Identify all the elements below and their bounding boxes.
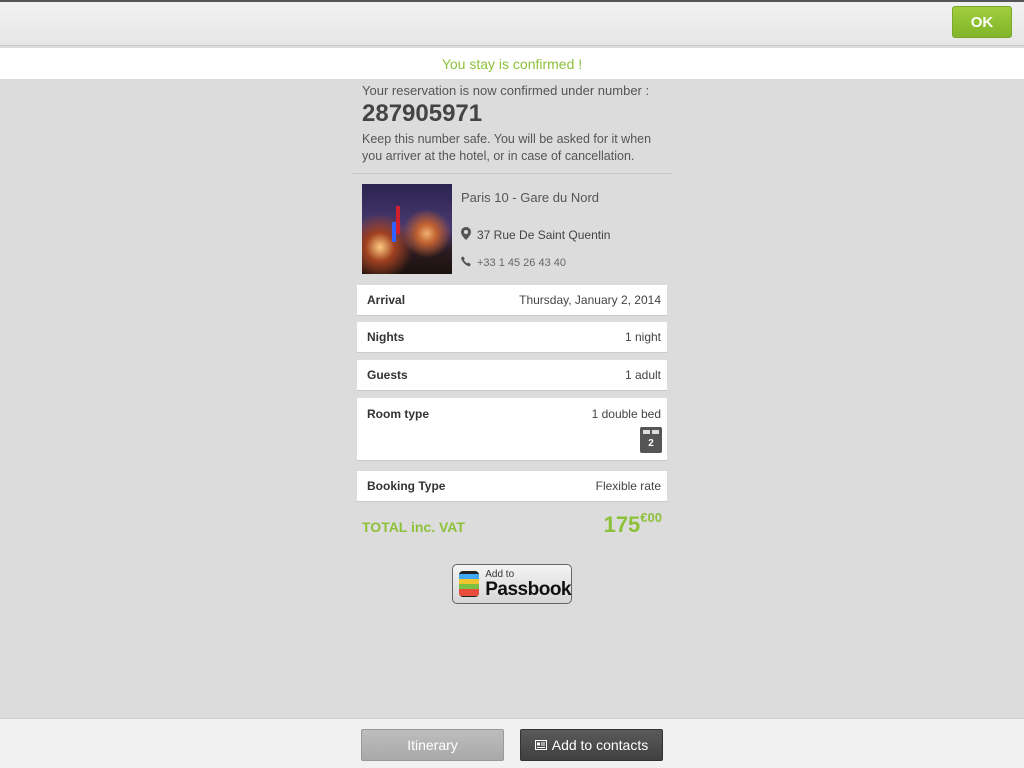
arrival-row: Arrival Thursday, January 2, 2014 <box>357 285 667 316</box>
passbook-icon <box>459 571 480 597</box>
nights-row: Nights 1 night <box>357 322 667 353</box>
reservation-summary: Your reservation is now confirmed under … <box>352 80 672 538</box>
total-amount: 175€00 <box>603 510 662 538</box>
phone-icon <box>461 256 475 270</box>
hotel-phone[interactable]: +33 1 45 26 43 40 <box>461 256 610 270</box>
top-toolbar: OK <box>0 0 1024 46</box>
hotel-name: Paris 10 - Gare du Nord <box>461 190 600 205</box>
arrival-value: Thursday, January 2, 2014 <box>519 293 661 307</box>
passbook-small-label: Add to <box>485 568 515 580</box>
nights-value: 1 night <box>624 330 661 344</box>
double-bed-icon: 2 <box>640 427 662 453</box>
confirmation-message: You stay is confirmed ! <box>441 55 583 72</box>
contact-card-icon <box>534 738 547 753</box>
hotel-card: Paris 10 - Gare du Nord 37 Rue De Saint … <box>352 174 672 284</box>
bottom-toolbar: Itinerary Add to contacts <box>0 718 1024 768</box>
booking-type-row: Booking Type Flexible rate <box>357 471 667 502</box>
total-label: TOTAL inc. VAT <box>362 519 465 535</box>
guests-label: Guests <box>367 368 408 382</box>
total-amount-value: 175 <box>603 512 641 537</box>
room-type-label: Room type <box>367 407 430 421</box>
hotel-phone-text: +33 1 45 26 43 40 <box>477 257 566 269</box>
passbook-big-label: Passbook <box>485 578 571 600</box>
add-to-contacts-button[interactable]: Add to contacts <box>520 729 663 761</box>
booking-type-label: Booking Type <box>367 479 446 493</box>
add-to-passbook-button[interactable]: Add to Passbook <box>452 564 572 604</box>
room-type-value: 1 double bed <box>591 407 661 421</box>
add-to-contacts-label: Add to contacts <box>551 737 649 753</box>
guests-value: 1 adult <box>624 368 661 382</box>
nights-label: Nights <box>367 330 405 344</box>
hotel-address-text: 37 Rue De Saint Quentin <box>477 228 611 242</box>
hotel-photo[interactable] <box>362 184 452 274</box>
total-row: TOTAL inc. VAT 175€00 <box>357 510 667 538</box>
reservation-number: 287905971 <box>362 100 483 127</box>
total-amount-cents: €00 <box>640 510 662 525</box>
hotel-sign-decoration <box>392 222 396 242</box>
arrival-label: Arrival <box>367 293 406 307</box>
reservation-intro-text: Your reservation is now confirmed under … <box>362 83 650 98</box>
ok-button[interactable]: OK <box>952 6 1012 38</box>
itinerary-button[interactable]: Itinerary <box>361 729 504 761</box>
guests-row: Guests 1 adult <box>357 360 667 391</box>
hotel-info: Paris 10 - Gare du Nord 37 Rue De Saint … <box>461 184 610 284</box>
reservation-note: Keep this number safe. You will be asked… <box>362 132 652 163</box>
room-type-row: Room type 1 double bed 2 <box>357 398 667 461</box>
hotel-address[interactable]: 37 Rue De Saint Quentin <box>461 227 610 243</box>
hotel-sign-decoration <box>396 206 400 234</box>
booking-type-value: Flexible rate <box>595 479 661 493</box>
confirmation-banner: You stay is confirmed ! <box>0 48 1024 79</box>
reservation-intro: Your reservation is now confirmed under … <box>352 83 672 173</box>
map-pin-icon <box>461 227 475 243</box>
